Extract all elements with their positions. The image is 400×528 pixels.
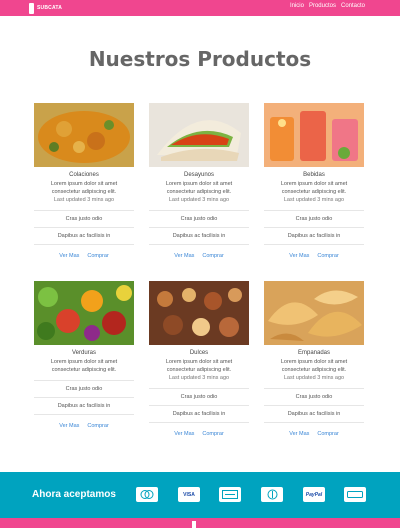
product-updated: Last updated 3 mins ago bbox=[283, 197, 345, 203]
product-updated: Last updated 3 mins ago bbox=[168, 197, 230, 203]
page-title: Nuestros Productos bbox=[88, 47, 312, 71]
product-card-verduras: Verduras Lorem ipsum dolor sit amet cons… bbox=[34, 281, 134, 429]
product-image-dulces bbox=[149, 281, 249, 345]
ver-mas-link[interactable]: Ver Mas bbox=[174, 253, 194, 259]
product-description-line1: Lorem ipsum dolor sit amet bbox=[280, 181, 348, 187]
list-item: Dapibus ac facilisis in bbox=[149, 405, 249, 422]
ver-mas-link[interactable]: Ver Mas bbox=[289, 253, 309, 259]
comprar-link[interactable]: Comprar bbox=[87, 423, 108, 429]
nav-link-productos[interactable]: Productos bbox=[309, 3, 336, 9]
top-navbar: SUBCATA Inicio Productos Contacto bbox=[0, 0, 400, 16]
comprar-link[interactable]: Comprar bbox=[317, 253, 338, 259]
product-name: Desayunos bbox=[183, 172, 215, 178]
list-item: Dapibus ac facilisis in bbox=[34, 227, 134, 244]
card-actions: Ver Mas Comprar bbox=[264, 422, 364, 437]
payment-footer: Ahora aceptamos VISA PayPal bbox=[0, 472, 400, 518]
product-description-line2: consectetur adipiscing elit. bbox=[51, 366, 117, 373]
discover-icon bbox=[344, 487, 366, 502]
product-card-empanadas: Empanadas Lorem ipsum dolor sit amet con… bbox=[264, 281, 364, 437]
card-actions: Ver Mas Comprar bbox=[34, 244, 134, 259]
list-item: Cras justo odio bbox=[34, 380, 134, 397]
list-item: Cras justo odio bbox=[264, 210, 364, 227]
product-description-line2: consectetur adipiscing elit. bbox=[281, 188, 347, 195]
product-card-colaciones: Colaciones Lorem ipsum dolor sit amet co… bbox=[34, 103, 134, 259]
product-description-line1: Lorem ipsum dolor sit amet bbox=[165, 181, 233, 187]
nav-link-contacto[interactable]: Contacto bbox=[341, 3, 365, 9]
list-item: Dapibus ac facilisis in bbox=[34, 397, 134, 414]
product-image-desayunos bbox=[149, 103, 249, 167]
product-description-line2: consectetur adipiscing elit. bbox=[166, 188, 232, 195]
card-actions: Ver Mas Comprar bbox=[264, 244, 364, 259]
product-description-line2: consectetur adipiscing elit. bbox=[166, 366, 232, 373]
product-updated: Last updated 3 mins ago bbox=[283, 375, 345, 381]
ver-mas-link[interactable]: Ver Mas bbox=[174, 431, 194, 437]
list-item: Cras justo odio bbox=[264, 388, 364, 405]
product-image-colaciones bbox=[34, 103, 134, 167]
bottom-bar bbox=[0, 518, 400, 528]
list-item: Cras justo odio bbox=[149, 210, 249, 227]
product-name: Dulces bbox=[189, 350, 209, 356]
product-description-line1: Lorem ipsum dolor sit amet bbox=[50, 359, 118, 365]
amex-icon bbox=[219, 487, 241, 502]
nav-link-inicio[interactable]: Inicio bbox=[290, 3, 304, 9]
mastercard-icon bbox=[136, 487, 158, 502]
product-updated: Last updated 3 mins ago bbox=[53, 197, 115, 203]
product-image-verduras bbox=[34, 281, 134, 345]
card-actions: Ver Mas Comprar bbox=[149, 244, 249, 259]
product-card-desayunos: Desayunos Lorem ipsum dolor sit amet con… bbox=[149, 103, 249, 259]
list-item: Dapibus ac facilisis in bbox=[149, 227, 249, 244]
card-actions: Ver Mas Comprar bbox=[149, 422, 249, 437]
comprar-link[interactable]: Comprar bbox=[87, 253, 108, 259]
product-updated: Last updated 3 mins ago bbox=[168, 375, 230, 381]
comprar-link[interactable]: Comprar bbox=[202, 253, 223, 259]
brand-name: SUBCATA bbox=[37, 5, 63, 11]
product-name: Bebidas bbox=[303, 172, 325, 178]
list-item: Cras justo odio bbox=[34, 210, 134, 227]
list-item: Cras justo odio bbox=[149, 388, 249, 405]
product-image-bebidas bbox=[264, 103, 364, 167]
product-card-dulces: Dulces Lorem ipsum dolor sit amet consec… bbox=[149, 281, 249, 437]
diners-icon bbox=[261, 487, 283, 502]
product-name: Colaciones bbox=[69, 172, 99, 178]
product-name: Empanadas bbox=[297, 350, 331, 356]
visa-icon: VISA bbox=[178, 487, 200, 502]
brand-icon bbox=[192, 521, 196, 528]
product-name: Verduras bbox=[71, 350, 96, 356]
list-item: Dapibus ac facilisis in bbox=[264, 405, 364, 422]
product-image-empanadas bbox=[264, 281, 364, 345]
ver-mas-link[interactable]: Ver Mas bbox=[59, 423, 79, 429]
comprar-link[interactable]: Comprar bbox=[317, 431, 338, 437]
ver-mas-link[interactable]: Ver Mas bbox=[289, 431, 309, 437]
product-description-line1: Lorem ipsum dolor sit amet bbox=[165, 359, 233, 365]
product-description-line2: consectetur adipiscing elit. bbox=[281, 366, 347, 373]
card-actions: Ver Mas Comprar bbox=[34, 414, 134, 429]
payment-label: Ahora aceptamos bbox=[32, 489, 116, 500]
brand-icon bbox=[29, 2, 34, 14]
comprar-link[interactable]: Comprar bbox=[202, 431, 223, 437]
list-item: Dapibus ac facilisis in bbox=[264, 227, 364, 244]
product-description-line1: Lorem ipsum dolor sit amet bbox=[280, 359, 348, 365]
product-description-line1: Lorem ipsum dolor sit amet bbox=[50, 181, 118, 187]
ver-mas-link[interactable]: Ver Mas bbox=[59, 253, 79, 259]
product-card-bebidas: Bebidas Lorem ipsum dolor sit amet conse… bbox=[264, 103, 364, 259]
product-description-line2: consectetur adipiscing elit. bbox=[51, 188, 117, 195]
main-nav: Inicio Productos Contacto bbox=[290, 3, 365, 9]
paypal-icon: PayPal bbox=[303, 487, 325, 502]
brand-logo[interactable]: SUBCATA bbox=[29, 2, 62, 14]
